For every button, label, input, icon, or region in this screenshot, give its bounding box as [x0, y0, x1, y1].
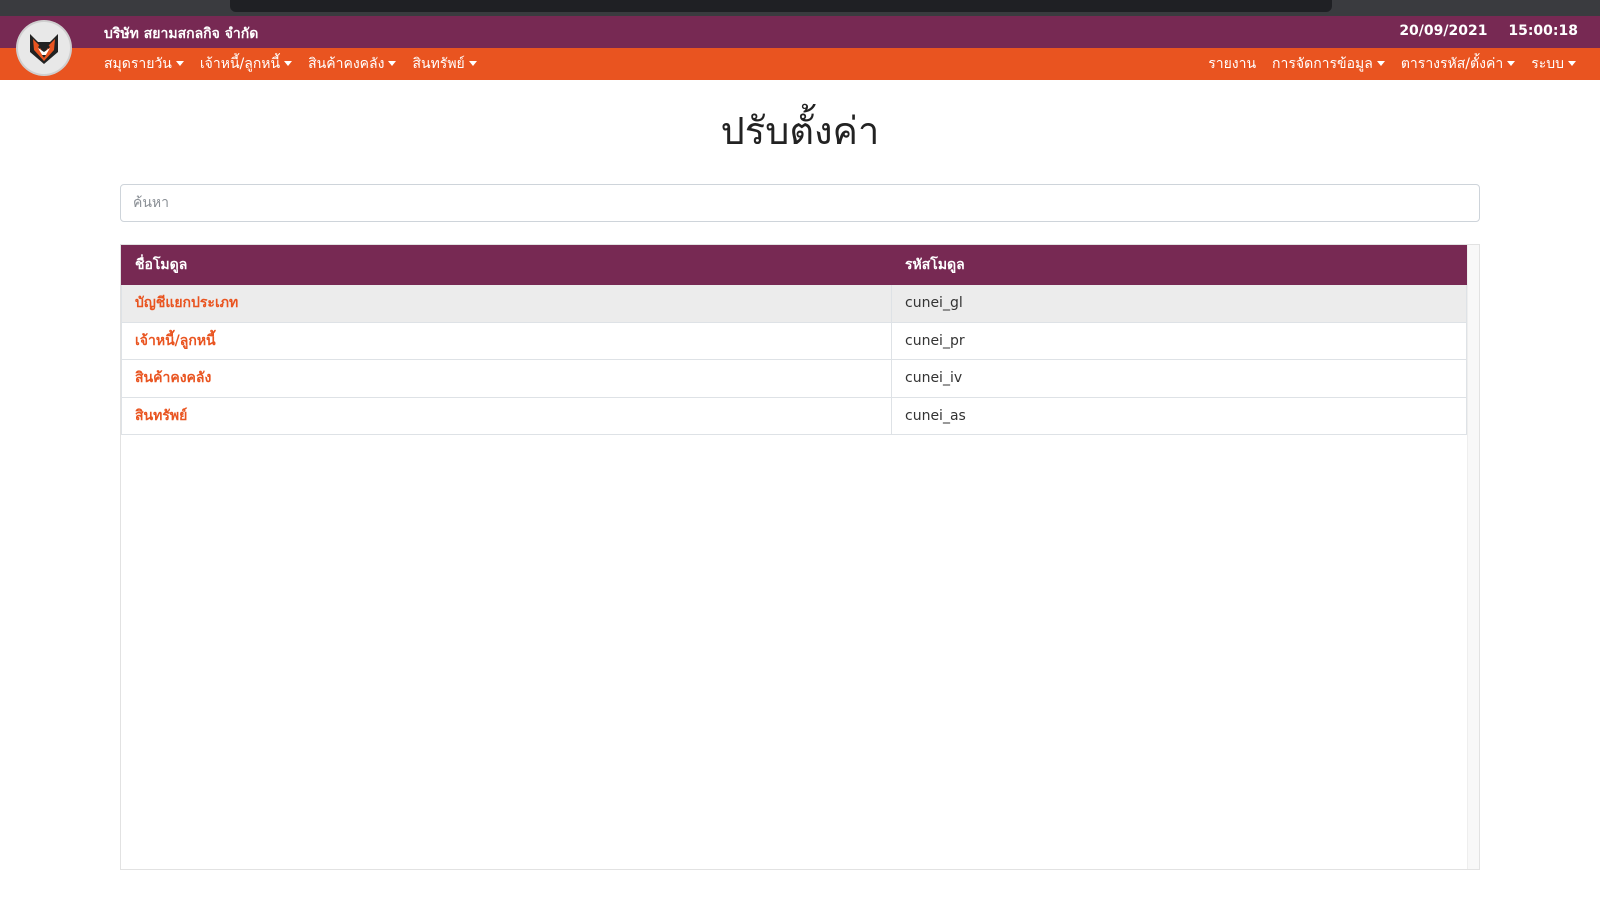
nav-inventory-label: สินค้าคงคลัง [308, 56, 385, 72]
search-input[interactable] [120, 184, 1480, 222]
main-nav: สมุดรายวัน เจ้าหนี้/ลูกหนี้ สินค้าคงคลัง… [0, 48, 1600, 80]
nav-reports-label: รายงาน [1208, 56, 1257, 72]
datetime: 20/09/2021 15:00:18 [1399, 23, 1578, 39]
column-header-module-name[interactable]: ชื่อโมดูล [121, 245, 892, 285]
page-title: ปรับตั้งค่า [720, 109, 880, 153]
nav-assets[interactable]: สินทรัพย์ [412, 53, 477, 75]
module-code: cunei_iv [891, 359, 1467, 398]
current-date: 20/09/2021 [1399, 23, 1488, 39]
module-name-link[interactable]: สินค้าคงคลัง [121, 359, 892, 398]
column-header-module-code[interactable]: รหัสโมดูล [891, 245, 1467, 285]
current-time: 15:00:18 [1508, 23, 1578, 39]
nav-payable-receivable-label: เจ้าหนี้/ลูกหนี้ [199, 56, 281, 72]
address-bar[interactable] [230, 0, 1332, 12]
top-bar: บริษัท สยามสกลกิจ จำกัด 20/09/2021 15:00… [0, 16, 1600, 48]
module-table: ชื่อโมดูล รหัสโมดูล บัญชีแยกประเภท cunei… [121, 245, 1467, 435]
chevron-down-icon [175, 60, 184, 66]
table-row[interactable]: สินค้าคงคลัง cunei_iv [121, 359, 1467, 398]
nav-assets-label: สินทรัพย์ [412, 56, 465, 72]
chevron-down-icon [468, 60, 477, 66]
nav-system-label: ระบบ [1531, 56, 1564, 72]
chevron-down-icon [1376, 60, 1385, 66]
fox-logo-icon[interactable] [18, 22, 70, 74]
chevron-down-icon [284, 60, 293, 66]
nav-data-management-label: การจัดการข้อมูล [1272, 56, 1373, 72]
nav-journal-label: สมุดรายวัน [104, 56, 172, 72]
nav-inventory[interactable]: สินค้าคงคลัง [308, 53, 397, 75]
module-code: cunei_pr [891, 321, 1467, 360]
module-name-link[interactable]: สินทรัพย์ [121, 396, 892, 435]
chevron-down-icon [1568, 60, 1576, 66]
chevron-down-icon [1507, 60, 1516, 66]
module-table-container: ชื่อโมดูล รหัสโมดูล บัญชีแยกประเภท cunei… [120, 244, 1480, 870]
chevron-down-icon [388, 60, 397, 66]
scrollbar[interactable] [1467, 245, 1479, 869]
nav-data-management[interactable]: การจัดการข้อมูล [1272, 53, 1385, 75]
table-header-row: ชื่อโมดูล รหัสโมดูล [121, 245, 1467, 285]
company-name: บริษัท สยามสกลกิจ จำกัด [104, 26, 259, 42]
nav-right-group: รายงาน การจัดการข้อมูล ตารางรหัส/ตั้งค่า… [1192, 48, 1576, 80]
nav-reports[interactable]: รายงาน [1208, 53, 1256, 75]
module-name-link[interactable]: บัญชีแยกประเภท [121, 284, 892, 323]
nav-payable-receivable[interactable]: เจ้าหนี้/ลูกหนี้ [199, 53, 293, 75]
nav-code-settings-label: ตารางรหัส/ตั้งค่า [1400, 56, 1504, 72]
nav-left-group: สมุดรายวัน เจ้าหนี้/ลูกหนี้ สินค้าคงคลัง… [104, 48, 493, 80]
nav-system[interactable]: ระบบ [1531, 53, 1576, 75]
module-name-link[interactable]: เจ้าหนี้/ลูกหนี้ [121, 321, 892, 360]
table-row[interactable]: บัญชีแยกประเภท cunei_gl [121, 284, 1467, 323]
table-row[interactable]: เจ้าหนี้/ลูกหนี้ cunei_pr [121, 321, 1467, 360]
nav-code-settings[interactable]: ตารางรหัส/ตั้งค่า [1400, 53, 1516, 75]
browser-chrome [0, 0, 1600, 16]
table-row[interactable]: สินทรัพย์ cunei_as [121, 396, 1467, 435]
module-code: cunei_gl [891, 284, 1467, 323]
module-code: cunei_as [891, 396, 1467, 435]
nav-journal[interactable]: สมุดรายวัน [104, 53, 184, 75]
